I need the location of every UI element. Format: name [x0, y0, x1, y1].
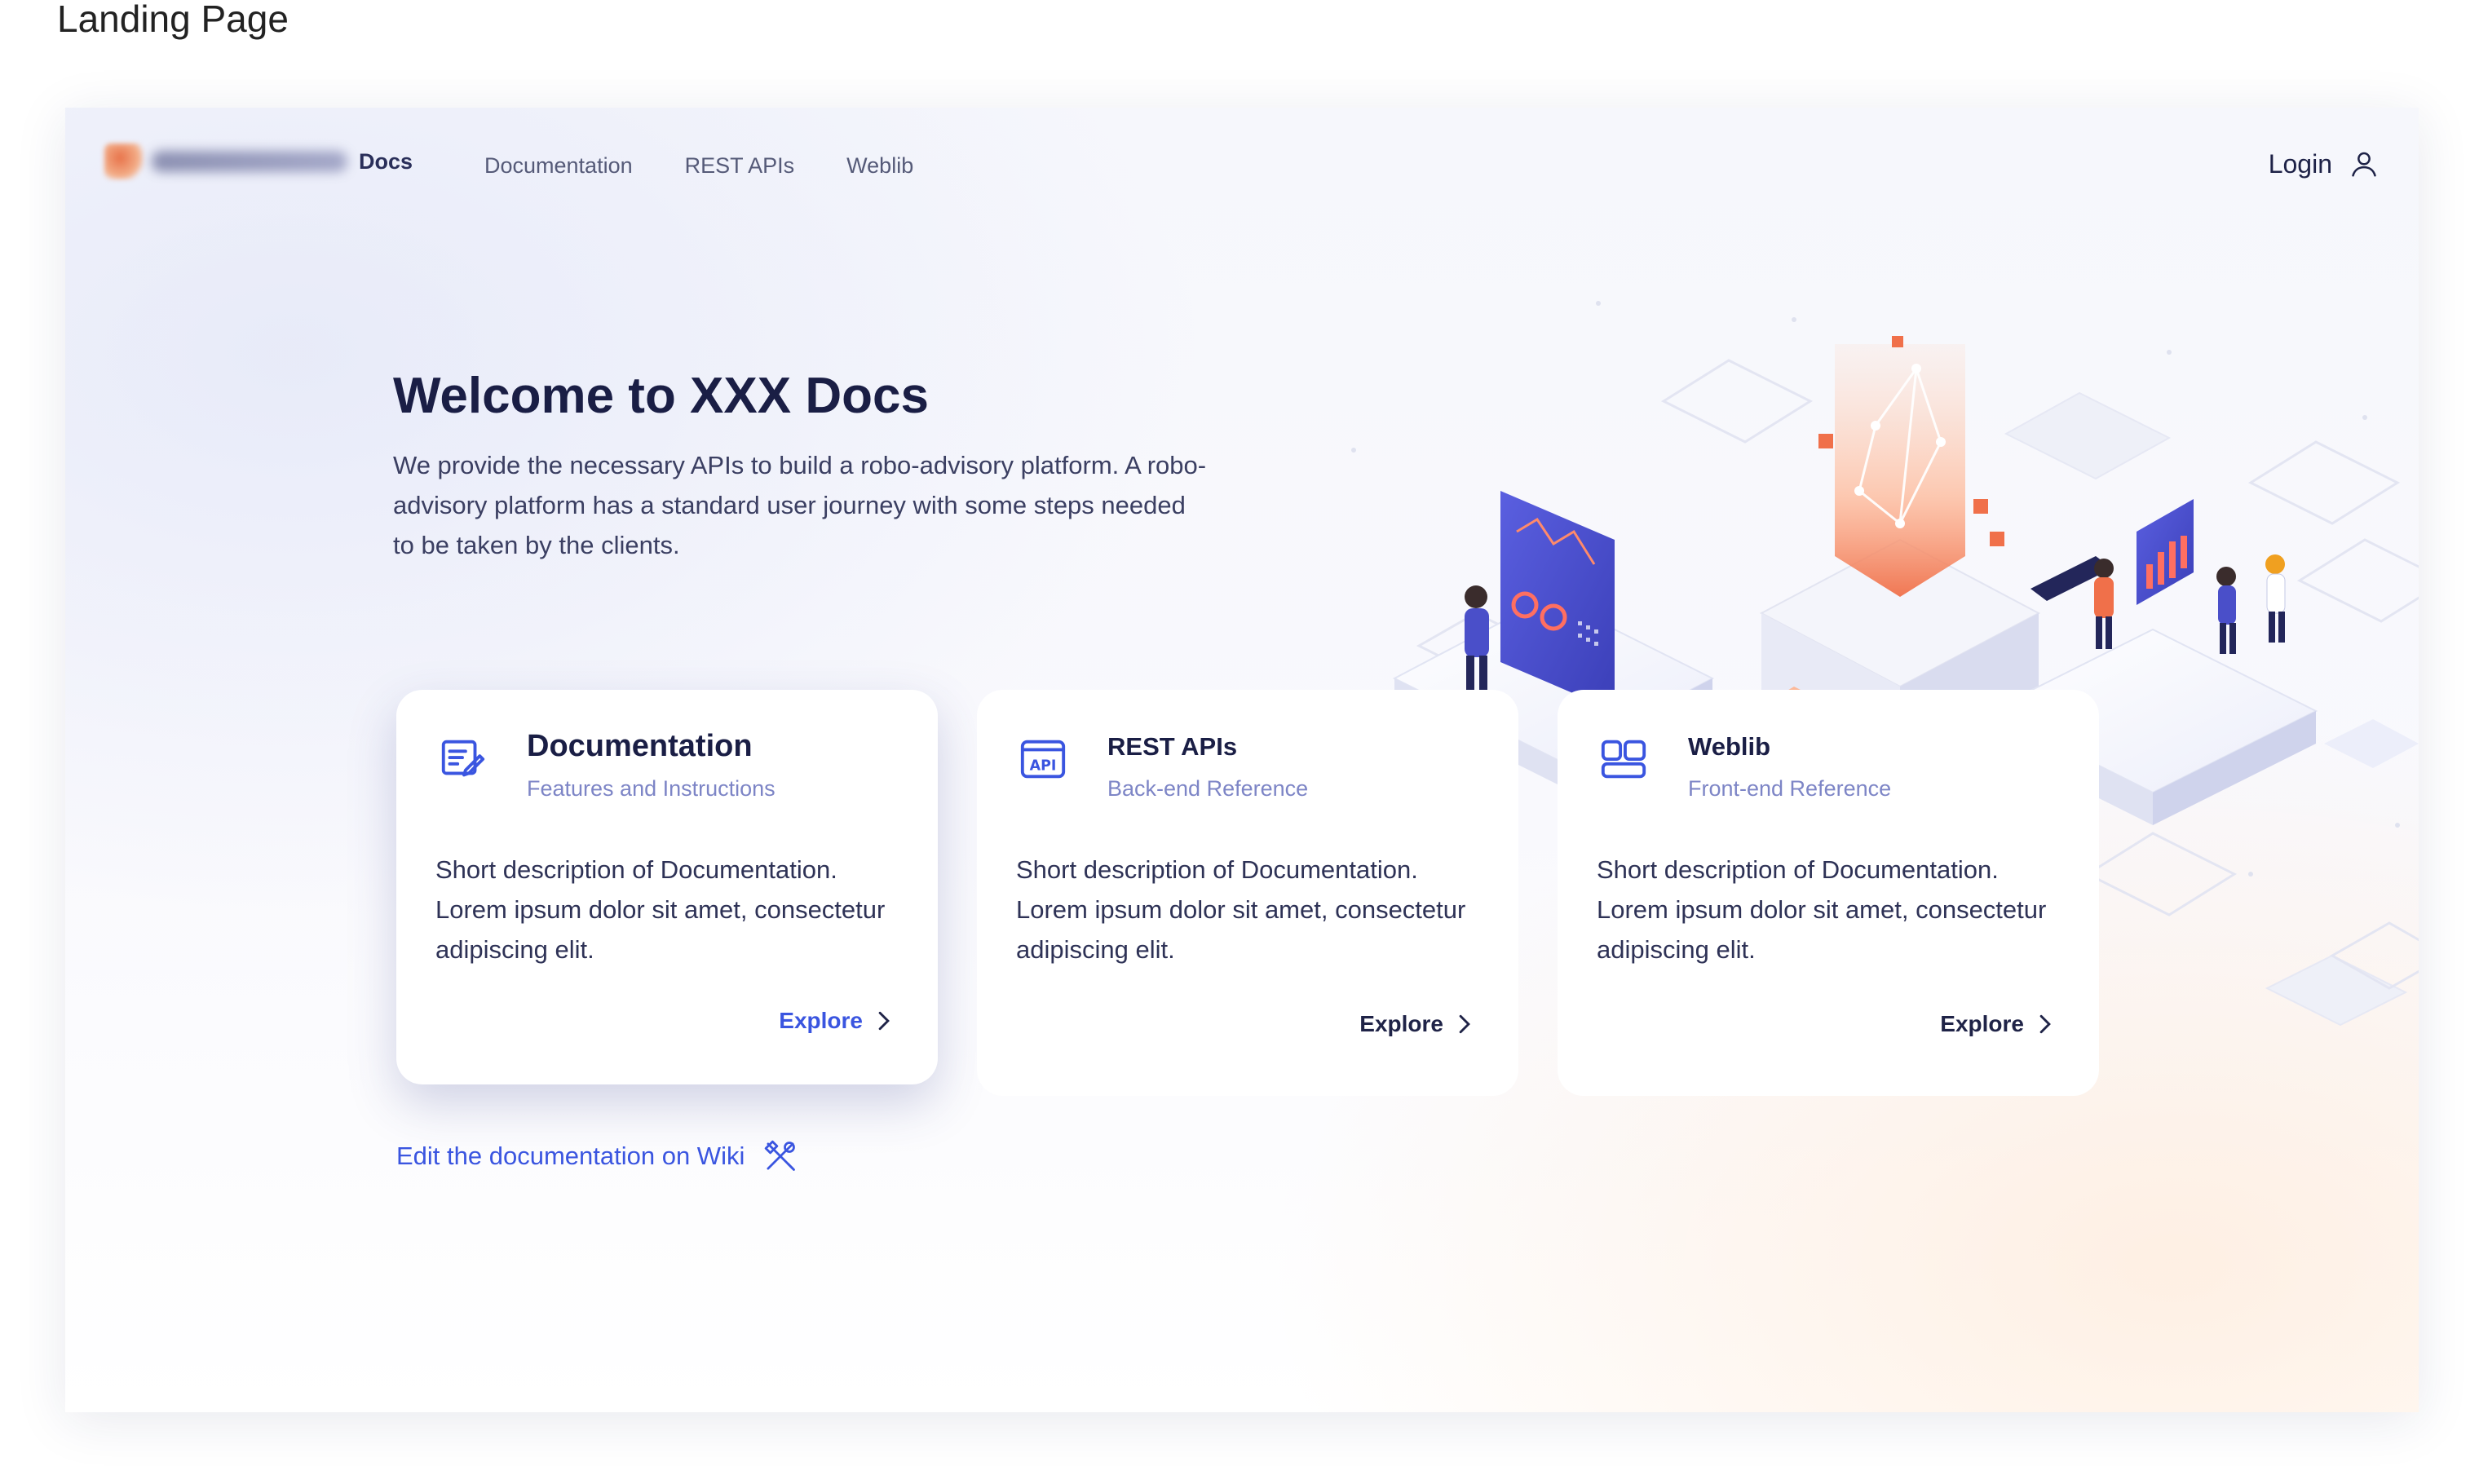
nav-links: Documentation REST APIs Weblib	[484, 153, 913, 179]
tools-icon	[765, 1140, 796, 1171]
chevron-right-icon	[878, 1011, 890, 1031]
card-weblib[interactable]: Weblib Front-end Reference Short descrip…	[1558, 690, 2099, 1096]
card-title: Documentation	[527, 729, 753, 763]
hero-description: We provide the necessary APIs to build a…	[393, 451, 1207, 559]
explore-label: Explore	[1359, 1011, 1443, 1036]
card-subtitle: Front-end Reference	[1688, 776, 1892, 801]
card-title: REST APIs	[1107, 732, 1238, 761]
landing-page-frame: Docs Documentation REST APIs Weblib Logi…	[65, 108, 2419, 1412]
chevron-right-icon	[2039, 1014, 2051, 1034]
explore-link-documentation[interactable]: Explore	[779, 1008, 892, 1034]
edit-wiki-link[interactable]: Edit the documentation on Wiki	[396, 1138, 798, 1174]
explore-link-rest-apis[interactable]: Explore	[1359, 1011, 1473, 1037]
brand-name-redacted	[152, 151, 347, 172]
card-description: Short description of Documentation. Lore…	[435, 855, 886, 964]
login-label: Login	[2268, 148, 2332, 179]
card-description: Short description of Documentation. Lore…	[1597, 855, 2047, 964]
chevron-right-icon	[1459, 1014, 1470, 1034]
layout-blocks-icon	[1601, 740, 1646, 779]
top-navigation: Docs Documentation REST APIs Weblib Logi…	[65, 108, 2419, 222]
nav-link-documentation[interactable]: Documentation	[484, 153, 633, 179]
explore-label: Explore	[779, 1008, 863, 1033]
card-title: Weblib	[1688, 732, 1771, 761]
nav-link-rest-apis[interactable]: REST APIs	[685, 153, 795, 179]
hero-title: Welcome to XXX Docs	[393, 368, 929, 424]
document-edit-icon	[441, 740, 485, 777]
user-icon	[2352, 152, 2376, 177]
explore-link-weblib[interactable]: Explore	[1940, 1011, 2053, 1037]
api-icon: API	[1020, 740, 1066, 779]
edit-wiki-label: Edit the documentation on Wiki	[396, 1142, 745, 1170]
brand-docs-label: Docs	[359, 148, 413, 174]
explore-label: Explore	[1940, 1011, 2024, 1036]
svg-text:API: API	[1030, 758, 1057, 775]
card-description: Short description of Documentation. Lore…	[1016, 855, 1466, 964]
brand-mark-icon	[104, 144, 144, 179]
login-button[interactable]: Login	[2269, 148, 2380, 179]
card-subtitle: Back-end Reference	[1107, 776, 1309, 801]
brand-logo[interactable]: Docs	[104, 144, 413, 179]
page-label: Landing Page	[57, 0, 289, 40]
nav-link-weblib[interactable]: Weblib	[846, 153, 913, 179]
card-documentation[interactable]: Documentation Features and Instructions …	[396, 690, 938, 1084]
card-subtitle: Features and Instructions	[527, 776, 776, 801]
card-rest-apis[interactable]: API REST APIs Back-end Reference Short d…	[977, 690, 1518, 1096]
